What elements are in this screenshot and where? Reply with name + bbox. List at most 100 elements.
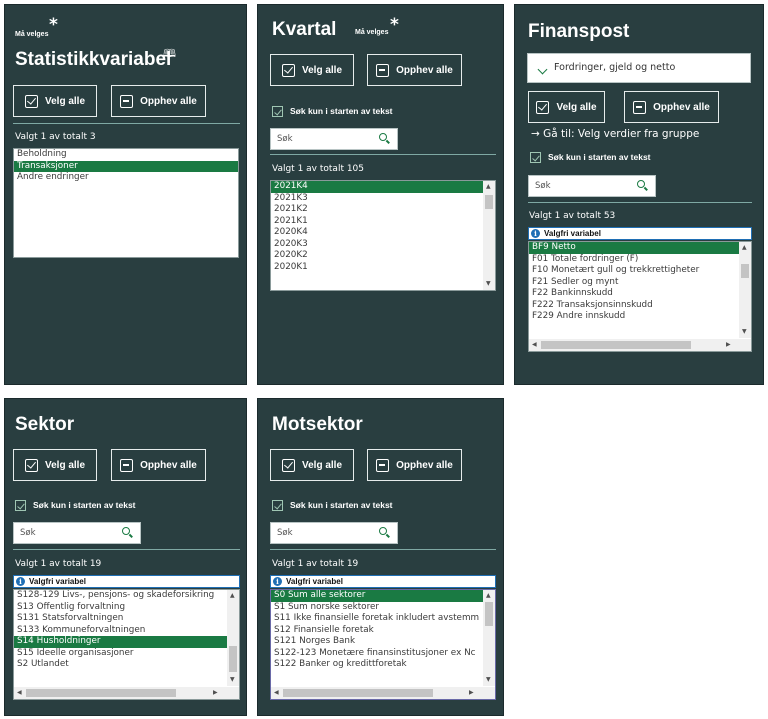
value-list[interactable]: 2021K4 2021K3 2021K2 2021K1 2020K4 2020K… (270, 180, 496, 291)
select-all-button[interactable]: Velg alle (13, 449, 97, 481)
list-item[interactable]: S15 Ideelle organisasjoner (14, 648, 239, 660)
list-item[interactable]: 2021K1 (271, 216, 495, 228)
scroll-left-arrow-icon[interactable]: ◀ (274, 690, 279, 696)
list-item[interactable]: S2 Utlandet (14, 659, 239, 671)
deselect-all-label: Opphev alle (396, 64, 453, 76)
scroll-down-arrow-icon[interactable]: ▼ (486, 281, 491, 287)
list-item[interactable]: S122-123 Monetære finansinstitusjoner ex… (271, 648, 495, 660)
search-start-checkbox[interactable] (272, 500, 283, 511)
search-start-checkbox[interactable] (530, 152, 541, 163)
list-item[interactable]: Beholdning (14, 149, 238, 161)
scroll-right-arrow-icon[interactable]: ▶ (213, 690, 218, 696)
list-item[interactable]: 2021K3 (271, 193, 495, 205)
scroll-up-arrow-icon[interactable]: ▲ (742, 245, 747, 251)
scrollbar-thumb[interactable] (485, 602, 493, 626)
list-item[interactable]: F22 Bankinnskudd (529, 288, 751, 300)
search-icon[interactable] (637, 180, 645, 188)
scroll-down-arrow-icon[interactable]: ▼ (230, 677, 235, 683)
select-all-label: Velg alle (44, 95, 86, 107)
optional-variable-header: i Valgfri variabel (13, 575, 240, 588)
list-item[interactable]: S133 Kommuneforvaltningen (14, 625, 239, 637)
list-item[interactable]: F01 Totale fordringer (F) (529, 254, 751, 266)
vertical-scrollbar[interactable]: ▲ ▼ (227, 590, 239, 686)
list-item[interactable]: 2020K2 (271, 250, 495, 262)
scrollbar-thumb[interactable] (485, 195, 493, 209)
scroll-right-arrow-icon[interactable]: ▶ (726, 342, 731, 348)
search-start-checkbox[interactable] (15, 500, 26, 511)
list-item[interactable]: S131 Statsforvaltningen (14, 613, 239, 625)
scroll-right-arrow-icon[interactable]: ▶ (469, 690, 474, 696)
scroll-up-arrow-icon[interactable]: ▲ (486, 593, 491, 599)
search-input[interactable] (277, 132, 366, 146)
vertical-scrollbar[interactable]: ▲ ▼ (739, 242, 751, 338)
select-all-label: Velg alle (301, 64, 343, 76)
select-all-button[interactable]: Velg alle (13, 85, 97, 117)
value-list[interactable]: Beholdning Transaksjoner Andre endringer (13, 148, 239, 258)
panel-motsektor: Motsektor Velg alle Opphev alle Søk kun … (257, 398, 504, 716)
list-item[interactable]: F21 Sedler og mynt (529, 277, 751, 289)
select-all-button[interactable]: Velg alle (270, 449, 354, 481)
value-list[interactable]: BF9 Netto F01 Totale fordringer (F) F10 … (528, 241, 752, 352)
scrollbar-thumb[interactable] (26, 689, 176, 697)
scroll-left-arrow-icon[interactable]: ◀ (532, 342, 537, 348)
goto-group-link[interactable]: → Gå til: Velg verdier fra gruppe (531, 128, 699, 140)
search-input[interactable] (20, 526, 109, 540)
list-item[interactable]: 2020K1 (271, 262, 495, 274)
list-item[interactable]: S11 Ikke finansielle foretak inkludert a… (271, 613, 495, 625)
list-item[interactable]: 2020K4 (271, 227, 495, 239)
scroll-down-arrow-icon[interactable]: ▼ (742, 329, 747, 335)
deselect-all-button[interactable]: Opphev alle (624, 91, 719, 123)
search-input[interactable] (535, 179, 624, 193)
horizontal-scrollbar[interactable]: ◀ ▶ (529, 339, 751, 351)
list-item[interactable]: S12 Finansielle foretak (271, 625, 495, 637)
info-circle-icon[interactable]: i (273, 577, 282, 586)
book-icon[interactable]: 🕮 (163, 45, 176, 64)
vertical-scrollbar[interactable]: ▲ ▼ (483, 590, 495, 686)
deselect-all-button[interactable]: Opphev alle (367, 54, 462, 86)
list-item[interactable]: S121 Norges Bank (271, 636, 495, 648)
list-item[interactable]: 2020K3 (271, 239, 495, 251)
value-list[interactable]: S128-129 Livs-, pensjons- og skadeforsik… (13, 589, 240, 700)
deselect-all-button[interactable]: Opphev alle (367, 449, 462, 481)
value-list[interactable]: S0 Sum alle sektorer S1 Sum norske sekto… (270, 589, 496, 700)
info-circle-icon[interactable]: i (16, 577, 25, 586)
scroll-up-arrow-icon[interactable]: ▲ (230, 593, 235, 599)
scrollbar-thumb[interactable] (741, 264, 749, 278)
search-icon[interactable] (379, 527, 387, 535)
deselect-all-button[interactable]: Opphev alle (111, 449, 206, 481)
list-item[interactable]: F222 Transaksjonsinnskudd (529, 300, 751, 312)
list-item[interactable]: 2021K2 (271, 204, 495, 216)
list-item-selected[interactable]: S14 Husholdninger (14, 636, 239, 648)
scrollbar-thumb[interactable] (541, 341, 691, 349)
scroll-up-arrow-icon[interactable]: ▲ (486, 184, 491, 190)
dropdown-value: Fordringer, gjeld og netto (554, 62, 676, 73)
horizontal-scrollbar[interactable]: ◀ ▶ (14, 687, 239, 699)
group-dropdown[interactable]: Fordringer, gjeld og netto (527, 53, 751, 83)
scroll-down-arrow-icon[interactable]: ▼ (486, 677, 491, 683)
list-item[interactable]: S13 Offentlig forvaltning (14, 602, 239, 614)
search-start-checkbox[interactable] (272, 106, 283, 117)
search-icon[interactable] (379, 133, 387, 141)
checkbox-checked-icon (281, 458, 295, 472)
vertical-scrollbar[interactable]: ▲ ▼ (483, 181, 495, 290)
list-item-selected[interactable]: 2021K4 (271, 181, 495, 193)
list-item-selected[interactable]: BF9 Netto (529, 242, 751, 254)
list-item-selected[interactable]: S0 Sum alle sektorer (271, 590, 495, 602)
search-input[interactable] (277, 526, 366, 540)
list-item-selected[interactable]: Transaksjoner (14, 160, 238, 172)
list-item[interactable]: F10 Monetært gull og trekkrettigheter (529, 265, 751, 277)
info-circle-icon[interactable]: i (531, 229, 540, 238)
select-all-button[interactable]: Velg alle (270, 54, 354, 86)
scrollbar-thumb[interactable] (229, 646, 237, 672)
list-item[interactable]: Andre endringer (14, 172, 238, 184)
list-item[interactable]: S122 Banker og kredittforetak (271, 659, 495, 671)
search-icon[interactable] (122, 527, 130, 535)
list-item[interactable]: S1 Sum norske sektorer (271, 602, 495, 614)
list-item[interactable]: S128-129 Livs-, pensjons- og skadeforsik… (14, 590, 239, 602)
scrollbar-thumb[interactable] (283, 689, 433, 697)
deselect-all-button[interactable]: Opphev alle (111, 85, 206, 117)
list-item[interactable]: F229 Andre innskudd (529, 311, 751, 323)
select-all-button[interactable]: Velg alle (528, 91, 605, 123)
horizontal-scrollbar[interactable]: ◀ ▶ (271, 687, 495, 699)
scroll-left-arrow-icon[interactable]: ◀ (17, 690, 22, 696)
